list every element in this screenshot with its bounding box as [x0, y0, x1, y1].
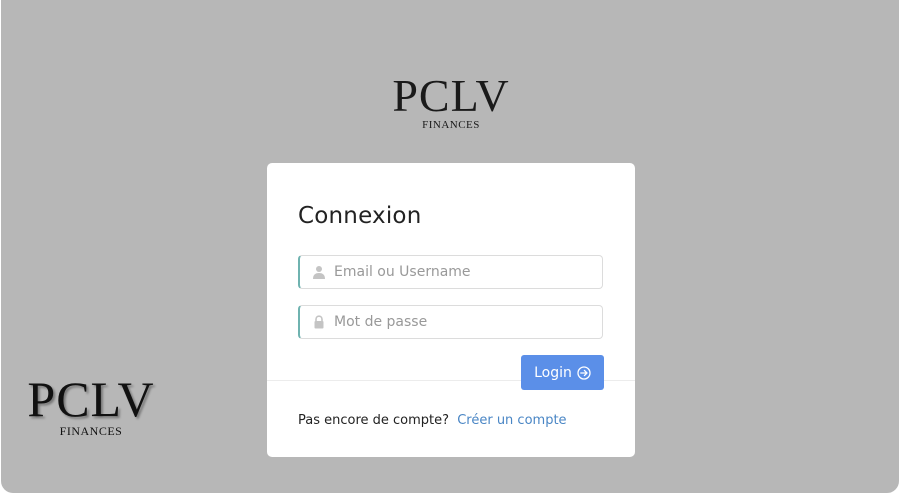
corner-brand-logo: PCLV FINANCES — [17, 374, 165, 437]
logo-subtitle: FINANCES — [422, 119, 480, 131]
no-account-text: Pas encore de compte? — [298, 413, 450, 428]
login-button[interactable]: Login — [521, 355, 604, 390]
password-field[interactable] — [298, 305, 603, 339]
logo-mark: PCLV — [392, 70, 510, 121]
login-title: Connexion — [298, 203, 422, 229]
arrow-circle-right-icon — [577, 365, 591, 380]
create-account-link[interactable]: Créer un compte — [457, 413, 566, 428]
signup-prompt: Pas encore de compte? Créer un compte — [298, 413, 567, 428]
login-page: PCLV FINANCES Connexion Login — [1, 0, 899, 493]
login-card: Connexion Login Pas encore de com — [267, 163, 635, 457]
lock-icon — [314, 315, 324, 329]
username-input[interactable] — [334, 256, 594, 288]
user-icon — [313, 266, 325, 279]
corner-logo-mark: PCLV — [27, 371, 155, 427]
password-input[interactable] — [334, 306, 594, 338]
login-button-label: Login — [534, 364, 572, 381]
brand-logo: PCLV FINANCES — [385, 73, 517, 131]
username-field[interactable] — [298, 255, 603, 289]
